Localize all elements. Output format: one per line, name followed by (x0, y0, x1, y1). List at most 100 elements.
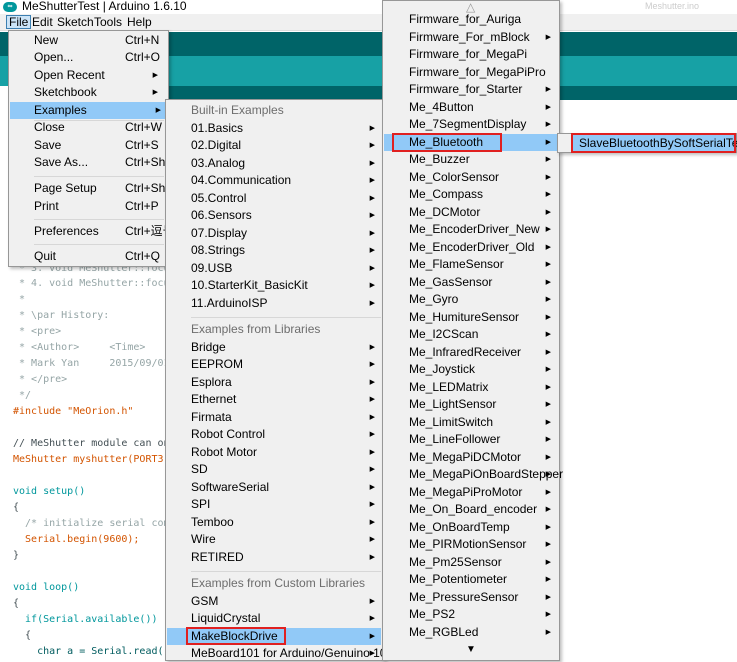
menu-item-sketch[interactable]: Me_7SegmentDisplay ▶ (409, 116, 557, 133)
menu-item-library[interactable]: Ethernet ▶ (191, 391, 381, 408)
submenu-arrow-icon: ▶ (545, 174, 551, 181)
menu-item-sketch[interactable]: Me_Potentiometer ▶ (409, 571, 557, 588)
menu-item-sketch[interactable]: Me_EncoderDriver_New ▶ (409, 221, 557, 238)
submenu-arrow-icon: ▶ (369, 466, 375, 473)
menu-item-sketch[interactable]: Me_MegaPiOnBoardStepper ▶ (409, 466, 563, 483)
menu-item-sketch[interactable]: Me_MegaPiProMotor ▶ (409, 484, 557, 501)
menu-item-sketch[interactable]: Me_PressureSensor ▶ (409, 589, 557, 606)
menu-item-custom-library[interactable]: GSM ▶ (191, 593, 381, 610)
scroll-down-icon[interactable]: ▼ (466, 643, 476, 656)
menu-item-sketch[interactable]: Me_HumitureSensor ▶ (409, 309, 557, 326)
menu-item-sketch[interactable]: Firmware_for_MegaPi (409, 46, 557, 63)
menu-tools[interactable]: Tools (92, 15, 124, 29)
menu-item-sketch[interactable]: Me_Pm25Sensor ▶ (409, 554, 557, 571)
menu-item-examples[interactable]: Examples ▶ (10, 102, 167, 119)
menu-item-sketch[interactable]: Me_Gyro ▶ (409, 291, 557, 308)
submenu-arrow-icon: ▶ (369, 449, 375, 456)
menu-item-library[interactable]: Esplora ▶ (191, 374, 381, 391)
menu-help[interactable]: Help (125, 15, 154, 29)
menu-item-sketch[interactable]: Me_LineFollower ▶ (409, 431, 557, 448)
menu-item-library[interactable]: Temboo ▶ (191, 514, 381, 531)
menu-item-quit[interactable]: Quit Ctrl+Q (34, 248, 164, 265)
code-line: { (13, 502, 20, 513)
menu-item-page-setup[interactable]: Page Setup Ctrl+Shift+P (34, 180, 190, 197)
menu-item-library[interactable]: SPI ▶ (191, 496, 381, 513)
menu-item-example[interactable]: 04.Communication ▶ (191, 172, 381, 189)
menu-item-new[interactable]: New Ctrl+N (34, 32, 164, 49)
submenu-arrow-icon: ▶ (369, 195, 375, 202)
menu-item-library[interactable]: Robot Motor ▶ (191, 444, 381, 461)
menu-item-custom-library[interactable]: MeBoard101 for Arduino/Genuino 101 ▶ (191, 645, 393, 662)
submenu-arrow-icon: ▶ (545, 524, 551, 531)
menu-item-save-as[interactable]: Save As... Ctrl+Shift+S (34, 154, 190, 171)
menu-item-library[interactable]: Bridge ▶ (191, 339, 381, 356)
menu-item-sketch[interactable]: Me_PIRMotionSensor ▶ (409, 536, 557, 553)
menu-item-sketch[interactable]: Me_MegaPiDCMotor ▶ (409, 449, 557, 466)
code-line: } (13, 550, 20, 561)
menu-item-sketch[interactable]: Me_EncoderDriver_Old ▶ (409, 239, 557, 256)
menu-item-custom-library[interactable]: LiquidCrystal ▶ (191, 610, 381, 627)
background-window-title: Meshutter.ino (645, 1, 700, 11)
menu-item-sketch[interactable]: Firmware_for_Auriga (409, 11, 557, 28)
menu-item-library[interactable]: EEPROM ▶ (191, 356, 381, 373)
menu-file[interactable]: File (6, 15, 32, 29)
submenu-arrow-icon: ▶ (369, 536, 375, 543)
menu-item-example[interactable]: 07.Display ▶ (191, 225, 381, 242)
menu-item-example[interactable]: 08.Strings ▶ (191, 242, 381, 259)
menu-item-close[interactable]: Close Ctrl+W (34, 119, 164, 136)
menu-item-library[interactable]: SoftwareSerial ▶ (191, 479, 381, 496)
menu-sketch[interactable]: Sketch (55, 15, 96, 29)
menu-item-library[interactable]: Robot Control ▶ (191, 426, 381, 443)
menu-item-example[interactable]: 11.ArduinoISP ▶ (191, 295, 381, 312)
menu-header-custom: Examples from Custom Libraries (191, 576, 366, 590)
menu-item-print[interactable]: Print Ctrl+P (34, 198, 164, 215)
window-title: MeShutterTest | Arduino 1.6.10 (22, 0, 187, 13)
submenu-arrow-icon: ▶ (545, 261, 551, 268)
menu-item-example[interactable]: 09.USB ▶ (191, 260, 381, 277)
menu-item-library[interactable]: RETIRED ▶ (191, 549, 381, 566)
submenu-arrow-icon: ▶ (545, 629, 551, 636)
menu-item-sketch[interactable]: Me_4Button ▶ (409, 99, 557, 116)
submenu-arrow-icon: ▶ (545, 559, 551, 566)
menu-item-sketch[interactable]: Me_Compass ▶ (409, 186, 557, 203)
submenu-arrow-icon: ▶ (369, 212, 375, 219)
menu-item-open-recent[interactable]: Open Recent ▶ (34, 67, 164, 84)
menu-item-library[interactable]: Firmata ▶ (191, 409, 381, 426)
menu-item-example[interactable]: 06.Sensors ▶ (191, 207, 381, 224)
menu-item-sketch[interactable]: Me_GasSensor ▶ (409, 274, 557, 291)
menu-item-sketch[interactable]: Me_I2CScan ▶ (409, 326, 557, 343)
menu-item-sketch[interactable]: Me_LEDMatrix ▶ (409, 379, 557, 396)
menu-bar: File Edit Sketch Tools Help (0, 14, 737, 31)
menu-item-save[interactable]: Save Ctrl+S (34, 137, 164, 154)
menu-item-sketch[interactable]: Firmware_for_MegaPiPro (409, 64, 557, 81)
menu-item-sketch[interactable]: Me_Buzzer ▶ (409, 151, 557, 168)
menu-item-sketch[interactable]: Me_ColorSensor ▶ (409, 169, 557, 186)
menu-item-sketch[interactable]: Me_On_Board_encoder ▶ (409, 501, 557, 518)
menu-item-sketch[interactable]: Firmware_For_mBlock ▶ (409, 29, 557, 46)
menu-divider (191, 317, 381, 318)
menu-item-sketch[interactable]: Me_LightSensor ▶ (409, 396, 557, 413)
menu-item-sketch[interactable]: Me_InfraredReceiver ▶ (409, 344, 557, 361)
menu-item-example[interactable]: 02.Digital ▶ (191, 137, 381, 154)
menu-edit[interactable]: Edit (30, 15, 55, 29)
menu-item-example[interactable]: 03.Analog ▶ (191, 155, 381, 172)
menu-item-sketch[interactable]: Me_OnBoardTemp ▶ (409, 519, 557, 536)
menu-item-example[interactable]: 05.Control ▶ (191, 190, 381, 207)
menu-item-sketch[interactable]: Me_Joystick ▶ (409, 361, 557, 378)
menu-item-example[interactable]: 01.Basics ▶ (191, 120, 381, 137)
menu-item-sketch[interactable]: Me_DCMotor ▶ (409, 204, 557, 221)
menu-item-open[interactable]: Open... Ctrl+O (34, 49, 164, 66)
menu-item-preferences[interactable]: Preferences Ctrl+逗号 (34, 223, 175, 240)
menu-item-sketch[interactable]: Me_PS2 ▶ (409, 606, 557, 623)
menu-item-sketchbook[interactable]: Sketchbook ▶ (34, 84, 164, 101)
menu-divider (34, 176, 164, 177)
menu-item-sketch[interactable]: Me_LimitSwitch ▶ (409, 414, 557, 431)
submenu-arrow-icon: ▶ (545, 349, 551, 356)
menu-item-sketch[interactable]: Me_RGBLed ▶ (409, 624, 557, 641)
menu-item-library[interactable]: Wire ▶ (191, 531, 381, 548)
code-editor[interactable]: * 3. void MeShutter::focu * 4. void MeSh… (0, 255, 167, 661)
menu-item-sketch[interactable]: Me_FlameSensor ▶ (409, 256, 557, 273)
menu-item-sketch[interactable]: Firmware_for_Starter ▶ (409, 81, 557, 98)
menu-item-example[interactable]: 10.StarterKit_BasicKit ▶ (191, 277, 381, 294)
menu-item-library[interactable]: SD ▶ (191, 461, 381, 478)
